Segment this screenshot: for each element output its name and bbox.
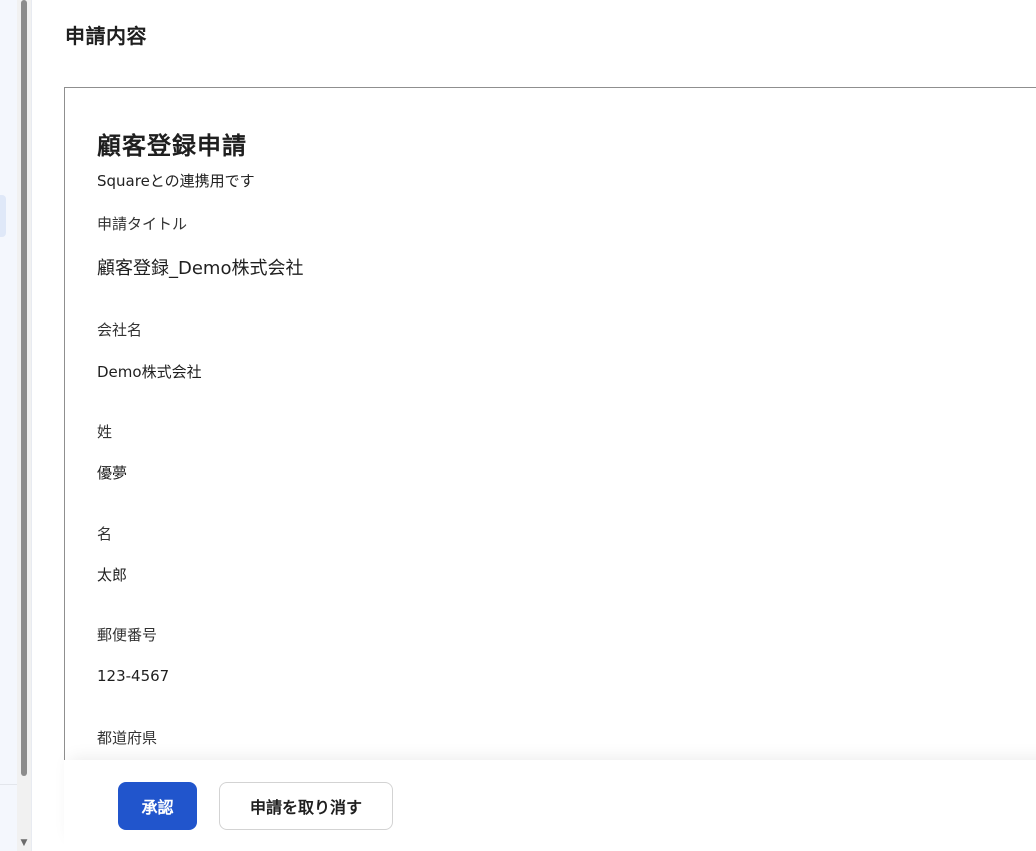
field-value-last-name: 優夢 (97, 464, 128, 482)
scrollbar-thumb[interactable] (21, 0, 27, 776)
sidebar-active-indicator[interactable] (0, 195, 6, 237)
app-window: ▼ 申請内容 顧客登録申請 Squareとの連携用です 申請タイトル 顧客登録_… (0, 0, 1036, 851)
sidebar-divider (0, 784, 17, 785)
sidebar (0, 0, 18, 851)
form-title: 顧客登録申請 (97, 132, 247, 160)
field-label-prefecture: 都道府県 (97, 729, 158, 747)
field-label-first-name: 名 (97, 525, 113, 543)
action-bar: 承認 申請を取り消す (64, 760, 1036, 851)
main-content: 申請内容 顧客登録申請 Squareとの連携用です 申請タイトル 顧客登録_De… (32, 0, 1036, 851)
field-label-application-title: 申請タイトル (97, 215, 188, 233)
field-label-postal-code: 郵便番号 (97, 626, 158, 644)
withdraw-application-button[interactable]: 申請を取り消す (219, 782, 393, 830)
section-title: 申請内容 (65, 24, 147, 48)
field-label-last-name: 姓 (97, 423, 113, 441)
field-value-application-title: 顧客登録_Demo株式会社 (97, 258, 304, 279)
field-value-company-name: Demo株式会社 (97, 363, 202, 381)
approve-button[interactable]: 承認 (118, 782, 197, 830)
form-description: Squareとの連携用です (97, 172, 255, 190)
field-value-first-name: 太郎 (97, 566, 128, 584)
field-value-postal-code: 123-4567 (97, 667, 170, 685)
scroll-down-arrow-icon[interactable]: ▼ (18, 838, 30, 848)
form-card: 顧客登録申請 Squareとの連携用です 申請タイトル 顧客登録_Demo株式会… (64, 87, 1036, 789)
scrollbar[interactable]: ▼ (17, 0, 31, 851)
field-label-company-name: 会社名 (97, 321, 143, 339)
